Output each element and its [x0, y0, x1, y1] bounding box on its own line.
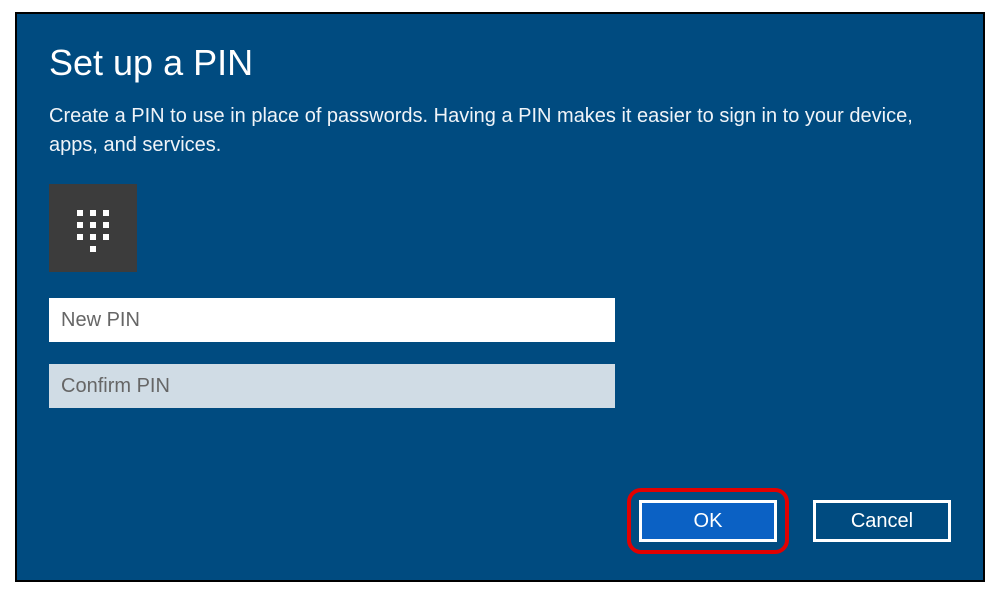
new-pin-input[interactable] [49, 298, 615, 342]
dialog-title: Set up a PIN [49, 42, 951, 84]
pin-setup-dialog: Set up a PIN Create a PIN to use in plac… [15, 12, 985, 582]
pin-keypad-icon [49, 184, 137, 272]
cancel-button[interactable]: Cancel [813, 500, 951, 542]
dialog-description: Create a PIN to use in place of password… [49, 102, 929, 160]
ok-highlight: OK [627, 488, 789, 554]
dialog-button-row: OK Cancel [627, 488, 951, 554]
ok-button[interactable]: OK [639, 500, 777, 542]
confirm-pin-input[interactable] [49, 364, 615, 408]
